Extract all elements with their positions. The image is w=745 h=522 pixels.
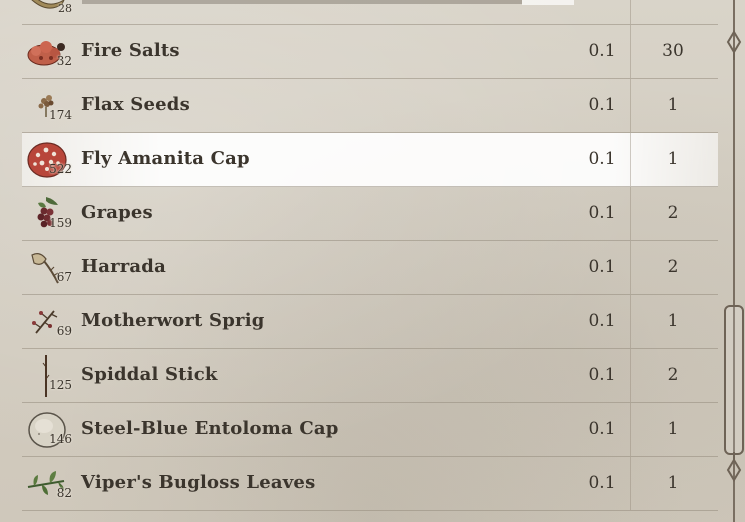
inventory-list: 28 32 Fire Salts 0.1 30 174 Flax Seeds 0…	[0, 0, 722, 522]
item-weight: 0.1	[588, 149, 616, 169]
item-name: Viper's Bugloss Leaves	[81, 472, 316, 493]
item-value: 1	[667, 311, 679, 331]
item-weight: 0.1	[588, 257, 616, 277]
item-name: Motherwort Sprig	[81, 310, 265, 331]
column-divider	[630, 0, 631, 24]
fly-amanita-icon	[24, 137, 70, 183]
inventory-screen: { "inventory": { "partial_row": { "count…	[0, 0, 745, 522]
item-name: Flax Seeds	[81, 94, 190, 115]
item-value: 1	[667, 95, 679, 115]
column-divider	[630, 457, 631, 510]
item-count: 82	[56, 486, 72, 500]
column-divider	[630, 25, 631, 78]
item-count: 69	[56, 324, 72, 338]
harrada-icon	[24, 245, 70, 291]
item-count: 32	[56, 54, 72, 68]
scroll-thumb[interactable]	[724, 305, 744, 455]
motherwort-icon	[24, 299, 70, 345]
item-value: 2	[667, 203, 679, 223]
inventory-row-flax-seeds[interactable]: 174 Flax Seeds 0.1 1	[22, 79, 718, 133]
spiddal-stick-icon	[24, 353, 70, 399]
fire-salts-icon	[24, 29, 70, 75]
item-name: Steel-Blue Entoloma Cap	[81, 418, 339, 439]
item-name: Fly Amanita Cap	[81, 148, 250, 169]
column-divider	[630, 403, 631, 456]
item-value: 1	[667, 473, 679, 493]
item-name: Spiddal Stick	[81, 364, 218, 385]
item-count: 146	[49, 432, 72, 446]
column-divider	[630, 79, 631, 132]
item-count: 67	[56, 270, 72, 284]
partial-row-text	[82, 0, 522, 4]
inventory-row-vipers-bugloss-leaves[interactable]: 82 Viper's Bugloss Leaves 0.1 1	[22, 457, 718, 511]
item-weight: 0.1	[588, 311, 616, 331]
item-weight: 0.1	[588, 203, 616, 223]
item-value: 30	[662, 41, 684, 61]
column-divider	[630, 187, 631, 240]
item-name: Fire Salts	[81, 40, 180, 61]
grapes-icon	[24, 191, 70, 237]
column-divider	[630, 241, 631, 294]
item-count: 125	[49, 378, 72, 392]
inventory-row-fire-salts[interactable]: 32 Fire Salts 0.1 30	[22, 25, 718, 79]
item-weight: 0.1	[588, 41, 616, 61]
inventory-row-partial[interactable]: 28	[22, 0, 718, 25]
item-weight: 0.1	[588, 473, 616, 493]
item-value: 1	[667, 419, 679, 439]
item-weight: 0.1	[588, 365, 616, 385]
inventory-row-grapes[interactable]: 159 Grapes 0.1 2	[22, 187, 718, 241]
item-name: Grapes	[81, 202, 153, 223]
item-count: 522	[49, 162, 72, 176]
item-weight: 0.1	[588, 419, 616, 439]
item-weight: 0.1	[588, 95, 616, 115]
item-count: 174	[49, 108, 72, 122]
vipers-bugloss-icon	[24, 461, 70, 507]
item-value: 2	[667, 257, 679, 277]
column-divider	[630, 133, 631, 186]
inventory-row-motherwort-sprig[interactable]: 69 Motherwort Sprig 0.1 1	[22, 295, 718, 349]
flax-seeds-icon	[24, 83, 70, 129]
steel-blue-entoloma-icon	[24, 407, 70, 453]
inventory-row-fly-amanita-cap[interactable]: 522 Fly Amanita Cap 0.1 1	[22, 133, 718, 187]
item-value: 2	[667, 365, 679, 385]
scrollbar[interactable]	[722, 0, 745, 522]
item-count: 159	[49, 216, 72, 230]
scroll-down-ornament-icon	[725, 452, 743, 482]
inventory-row-spiddal-stick[interactable]: 125 Spiddal Stick 0.1 2	[22, 349, 718, 403]
column-divider	[630, 295, 631, 348]
partial-row-highlight	[522, 0, 574, 5]
inventory-row-harrada[interactable]: 67 Harrada 0.1 2	[22, 241, 718, 295]
scroll-up-ornament-icon	[725, 30, 743, 60]
item-count: 28	[58, 2, 72, 15]
inventory-row-steel-blue-entoloma-cap[interactable]: 146 Steel-Blue Entoloma Cap 0.1 1	[22, 403, 718, 457]
column-divider	[630, 349, 631, 402]
item-name: Harrada	[81, 256, 166, 277]
item-value: 1	[667, 149, 679, 169]
